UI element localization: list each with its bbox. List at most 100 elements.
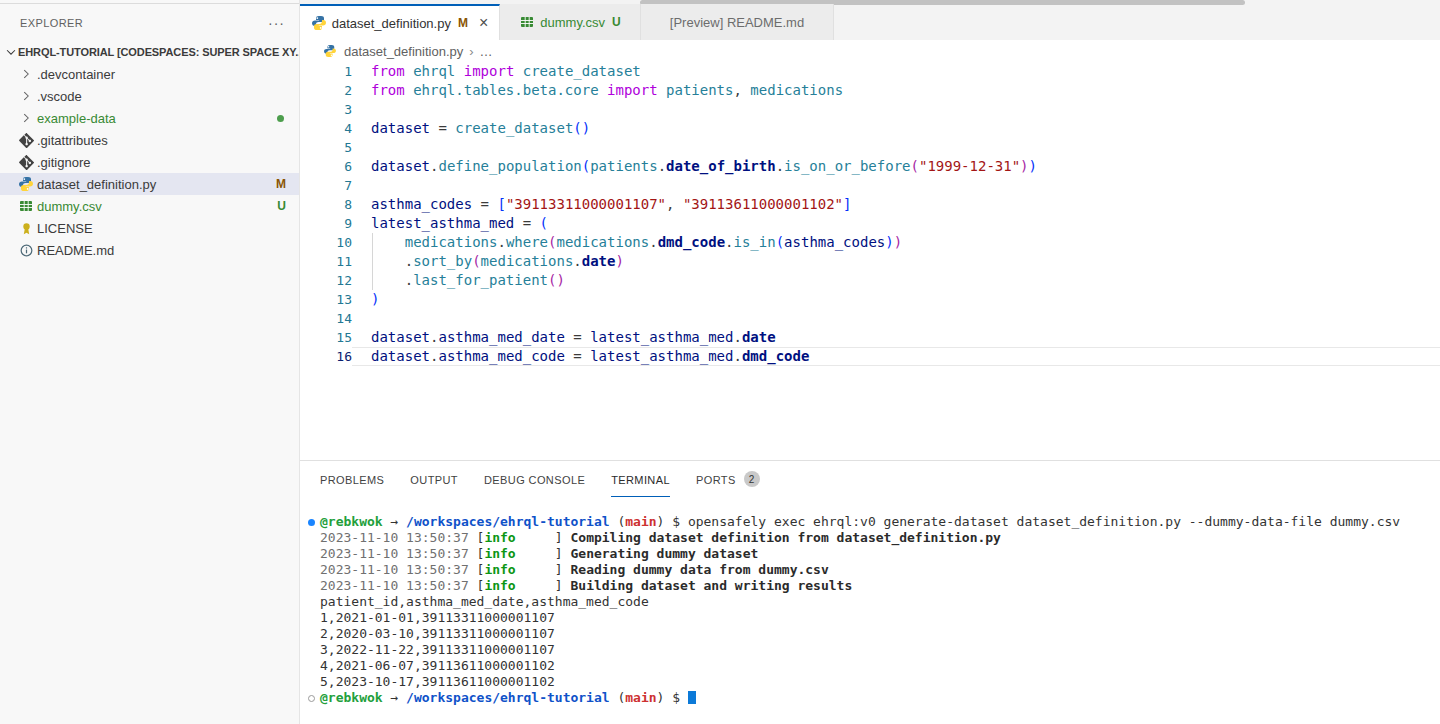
- code-line-11[interactable]: 11 .sort_by(medications.date): [300, 252, 1440, 271]
- code-text: from ehrql import create_dataset: [352, 62, 1440, 81]
- tab-dataset-definition[interactable]: dataset_definition.py M ×: [300, 4, 500, 40]
- code-line-14[interactable]: 14: [300, 309, 1440, 328]
- line-number: 2: [300, 81, 352, 100]
- breadcrumb-separator: ›: [469, 44, 473, 59]
- file-label: README.md: [37, 243, 114, 258]
- license-icon: [17, 220, 35, 236]
- breadcrumb-file[interactable]: dataset_definition.py: [344, 44, 463, 59]
- code-editor[interactable]: 1from ehrql import create_dataset2from e…: [300, 62, 1440, 460]
- code-text: .sort_by(medications.date): [352, 252, 1440, 271]
- command-decoration-filled-icon[interactable]: [308, 519, 315, 526]
- more-actions-icon[interactable]: ···: [268, 15, 285, 31]
- line-number: 14: [300, 309, 352, 328]
- code-text: [352, 309, 1440, 328]
- workspace-root-label: EHRQL-TUTORIAL [CODESPACES: SUPER SPACE …: [18, 46, 299, 58]
- terminal[interactable]: @rebkwok → /workspaces/ehrql-tutorial (m…: [300, 514, 1440, 706]
- code-line-7[interactable]: 7: [300, 176, 1440, 195]
- line-number: 1: [300, 62, 352, 81]
- breadcrumb[interactable]: dataset_definition.py › …: [300, 40, 1440, 62]
- code-text: dataset.asthma_med_date = latest_asthma_…: [352, 328, 1440, 347]
- file-tree-item--gitattributes[interactable]: .gitattributes: [0, 129, 299, 151]
- panel-tab-ports[interactable]: PORTS2: [696, 474, 760, 497]
- code-line-8[interactable]: 8asthma_codes = ["39113311000001107", "3…: [300, 195, 1440, 214]
- file-tree-item--vscode[interactable]: .vscode: [0, 85, 299, 107]
- file-tree-item-example-data[interactable]: example-data: [0, 107, 299, 129]
- bottom-panel: PROBLEMS OUTPUT DEBUG CONSOLE TERMINAL P…: [300, 460, 1440, 724]
- code-text: [352, 176, 1440, 195]
- file-label: LICENSE: [37, 221, 93, 236]
- code-text: from ehrql.tables.beta.core import patie…: [352, 81, 1440, 100]
- breadcrumb-more[interactable]: …: [480, 44, 493, 59]
- line-number: 15: [300, 328, 352, 347]
- line-number: 4: [300, 119, 352, 138]
- terminal-line-8: 3,2022-11-22,39113311000001107: [300, 642, 1440, 658]
- tab-modified-badge: M: [458, 16, 468, 30]
- panel-tab-problems[interactable]: PROBLEMS: [320, 474, 384, 497]
- terminal-line-0: @rebkwok → /workspaces/ehrql-tutorial (m…: [300, 514, 1440, 530]
- terminal-line-5: patient_id,asthma_med_date,asthma_med_co…: [300, 594, 1440, 610]
- line-number: 7: [300, 176, 352, 195]
- code-line-12[interactable]: 12 .last_for_patient(): [300, 271, 1440, 290]
- code-text: [352, 138, 1440, 157]
- file-tree-item-dummy-csv[interactable]: dummy.csvU: [0, 195, 299, 217]
- line-number: 16: [300, 347, 352, 366]
- code-line-2[interactable]: 2from ehrql.tables.beta.core import pati…: [300, 81, 1440, 100]
- code-line-9[interactable]: 9latest_asthma_med = (: [300, 214, 1440, 233]
- panel-tab-debug-console[interactable]: DEBUG CONSOLE: [484, 474, 585, 497]
- git-status-badge: M: [276, 177, 286, 191]
- code-line-5[interactable]: 5: [300, 138, 1440, 157]
- file-label: .gitignore: [37, 155, 90, 170]
- code-text: asthma_codes = ["39113311000001107", "39…: [352, 195, 1440, 214]
- terminal-line-10: 5,2023-10-17,39113611000001102: [300, 674, 1440, 690]
- code-line-13[interactable]: 13): [300, 290, 1440, 309]
- python-icon: [311, 15, 327, 31]
- file-tree-item--devcontainer[interactable]: .devcontainer: [0, 63, 299, 85]
- tab-untracked-badge: U: [612, 15, 621, 29]
- code-text: dataset = create_dataset(): [352, 119, 1440, 138]
- code-line-1[interactable]: 1from ehrql import create_dataset: [300, 62, 1440, 81]
- python-icon: [323, 44, 337, 58]
- line-number: 9: [300, 214, 352, 233]
- line-number: 8: [300, 195, 352, 214]
- code-line-4[interactable]: 4dataset = create_dataset(): [300, 119, 1440, 138]
- command-decoration-hollow-icon[interactable]: [308, 695, 315, 702]
- git-icon: [17, 132, 35, 148]
- code-line-10[interactable]: 10 medications.where(medications.dmd_cod…: [300, 233, 1440, 252]
- line-number: 3: [300, 100, 352, 119]
- terminal-line-9: 4,2021-06-07,39113611000001102: [300, 658, 1440, 674]
- code-text: dataset.define_population(patients.date_…: [352, 157, 1440, 176]
- file-tree-item-readme-md[interactable]: README.md: [0, 239, 299, 261]
- file-label: .vscode: [37, 89, 82, 104]
- file-tree-item-license[interactable]: LICENSE: [0, 217, 299, 239]
- panel-tab-output[interactable]: OUTPUT: [410, 474, 458, 497]
- file-label: example-data: [37, 111, 116, 126]
- file-label: .gitattributes: [37, 133, 108, 148]
- file-tree-item--gitignore[interactable]: .gitignore: [0, 151, 299, 173]
- chevron-right-icon: [17, 88, 35, 104]
- terminal-line-11: @rebkwok → /workspaces/ehrql-tutorial (m…: [300, 690, 1440, 706]
- file-tree-item-dataset-definition-py[interactable]: dataset_definition.pyM: [0, 173, 299, 195]
- line-number: 12: [300, 271, 352, 290]
- tab-readme-preview[interactable]: [Preview] README.md: [641, 4, 834, 40]
- git-icon: [17, 154, 35, 170]
- code-text: latest_asthma_med = (: [352, 214, 1440, 233]
- git-status-badge: U: [277, 199, 286, 213]
- terminal-line-6: 1,2021-01-01,39113311000001107: [300, 610, 1440, 626]
- tab-dummy-csv[interactable]: dummy.csv U: [500, 4, 641, 40]
- workspace-root[interactable]: EHRQL-TUTORIAL [CODESPACES: SUPER SPACE …: [0, 41, 299, 63]
- chevron-right-icon: [17, 110, 35, 126]
- terminal-line-1: 2023-11-10 13:50:37 [info ] Compiling da…: [300, 530, 1440, 546]
- ports-count-badge: 2: [744, 471, 760, 487]
- terminal-line-2: 2023-11-10 13:50:37 [info ] Generating d…: [300, 546, 1440, 562]
- panel-tab-terminal[interactable]: TERMINAL: [611, 474, 670, 497]
- git-changes-dot: [277, 115, 284, 122]
- file-tree: .devcontainer .vscode example-data .gitattr…: [0, 63, 299, 261]
- code-line-6[interactable]: 6dataset.define_population(patients.date…: [300, 157, 1440, 176]
- chevron-right-icon: [17, 66, 35, 82]
- close-icon[interactable]: ×: [479, 15, 488, 31]
- code-line-16[interactable]: 16dataset.asthma_med_code = latest_asthm…: [300, 347, 1440, 366]
- code-text: medications.where(medications.dmd_code.i…: [352, 233, 1440, 252]
- code-line-15[interactable]: 15dataset.asthma_med_date = latest_asthm…: [300, 328, 1440, 347]
- code-line-3[interactable]: 3: [300, 100, 1440, 119]
- terminal-cursor: [688, 691, 696, 704]
